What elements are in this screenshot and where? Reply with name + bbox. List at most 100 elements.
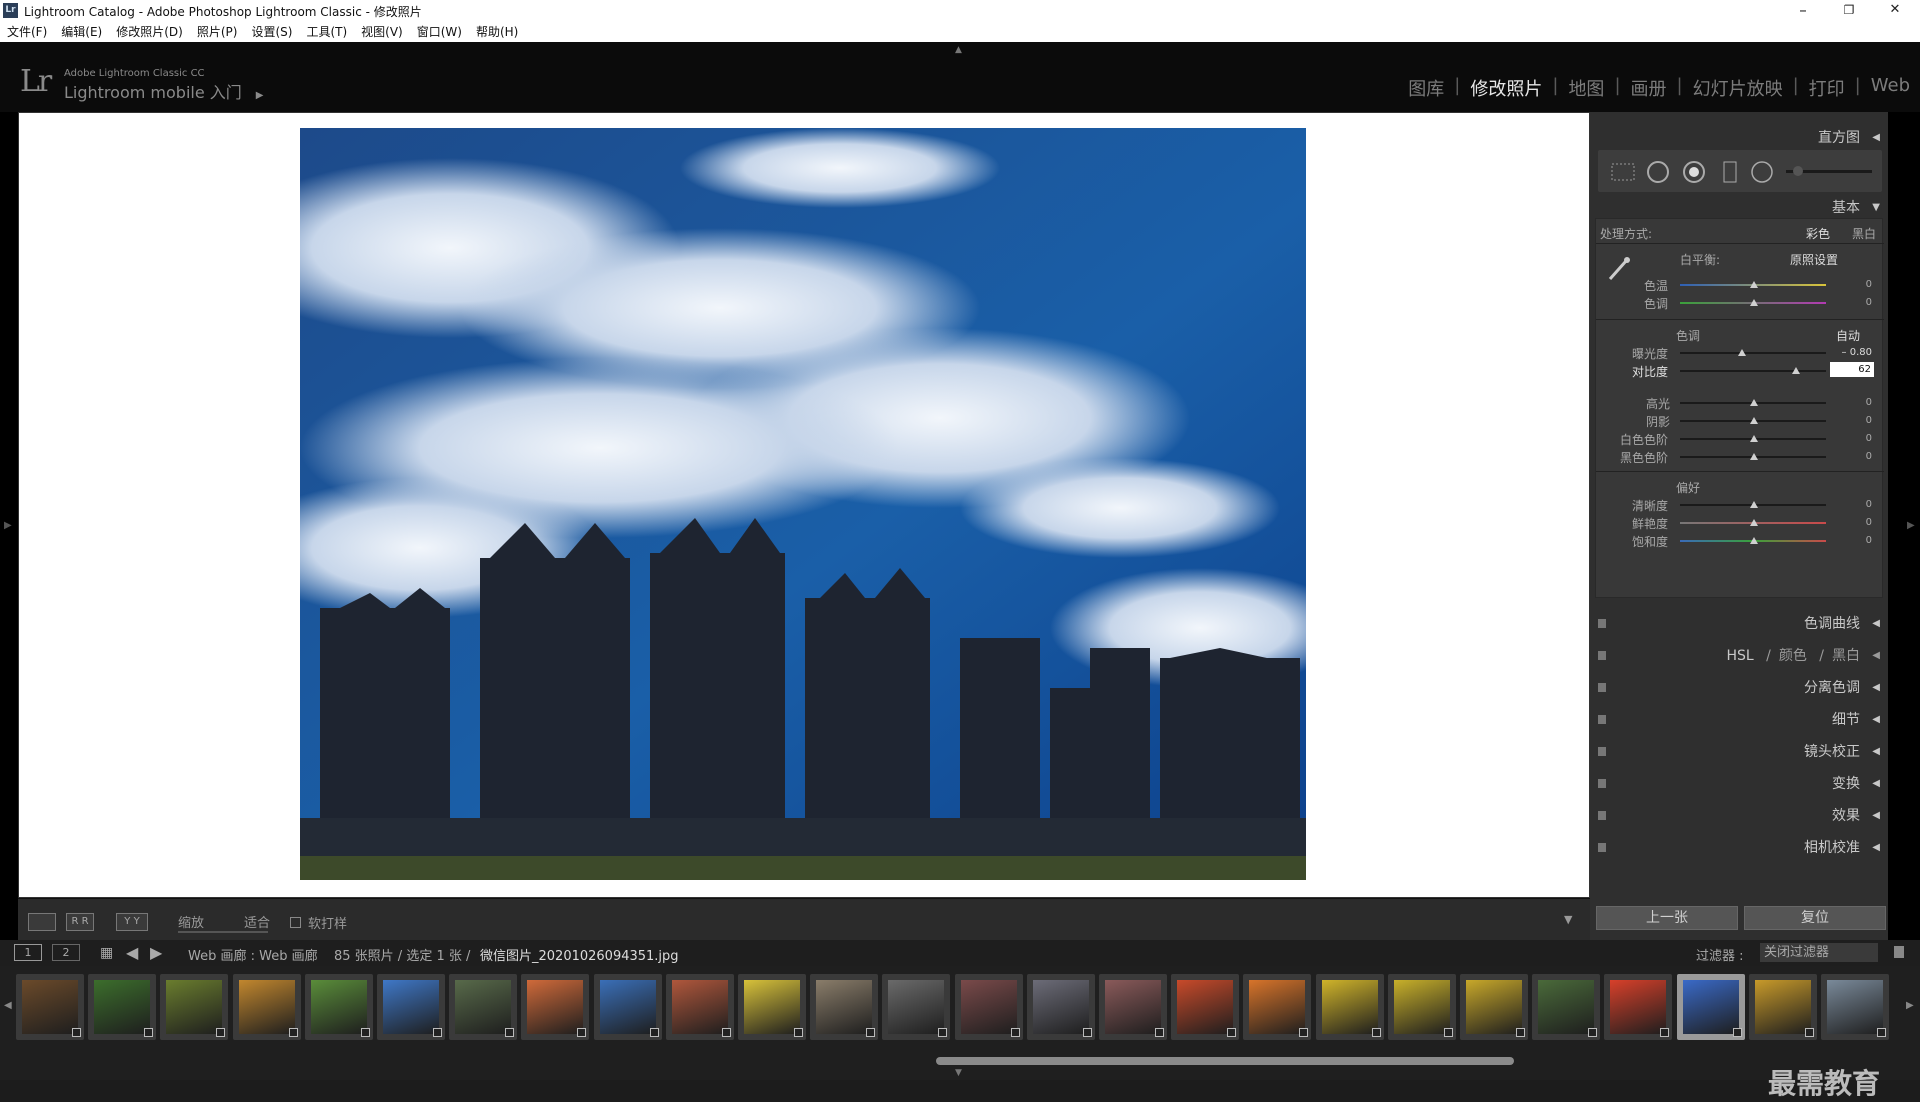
menu-window[interactable]: 窗口(W) — [417, 22, 462, 42]
filmstrip-thumbnail[interactable] — [521, 974, 590, 1040]
hsl-tab[interactable]: HSL — [1726, 648, 1753, 664]
loupe-view-button[interactable] — [28, 913, 56, 931]
panel-toggle-icon[interactable] — [1598, 811, 1606, 820]
module-book[interactable]: 画册 — [1621, 75, 1677, 101]
panel-toggle-icon[interactable] — [1598, 779, 1606, 788]
highlights-value[interactable]: 0 — [1822, 397, 1872, 408]
menu-view[interactable]: 视图(V) — [361, 22, 403, 42]
main-window-button[interactable]: 1 — [14, 944, 42, 961]
filmstrip-thumbnail[interactable] — [1315, 974, 1384, 1040]
contrast-slider[interactable] — [1680, 370, 1826, 372]
histogram-header[interactable]: 直方图 ◀ — [1590, 126, 1888, 150]
filmstrip-thumbnail[interactable] — [1460, 974, 1528, 1040]
saturation-value[interactable]: 0 — [1822, 535, 1872, 546]
menu-settings[interactable]: 设置(S) — [251, 22, 292, 42]
module-web[interactable]: Web — [1861, 75, 1910, 101]
exposure-slider[interactable] — [1680, 352, 1826, 354]
panel-toggle-icon[interactable] — [1598, 651, 1606, 660]
tone-curve-header[interactable]: 色调曲线 ◀ — [1590, 612, 1888, 636]
tool-icons[interactable] — [1598, 150, 1882, 192]
filter-select[interactable]: 关闭过滤器 — [1760, 943, 1878, 962]
module-print[interactable]: 打印 — [1799, 75, 1855, 101]
filmstrip-thumbnail[interactable] — [593, 974, 662, 1040]
filmstrip-thumbnail[interactable] — [1821, 974, 1889, 1040]
forward-arrow-icon[interactable]: ▶ — [150, 943, 162, 962]
treatment-color-option[interactable]: 彩色 — [1806, 225, 1830, 242]
menu-file[interactable]: 文件(F) — [7, 22, 47, 42]
filmstrip-thumbnail[interactable] — [1099, 974, 1167, 1040]
filmstrip-thumbnail[interactable] — [810, 974, 879, 1040]
module-develop[interactable]: 修改照片 — [1460, 75, 1552, 101]
module-map[interactable]: 地图 — [1558, 75, 1614, 101]
tint-value[interactable]: 0 — [1822, 297, 1872, 308]
grid-icon[interactable]: ▦ — [100, 945, 113, 961]
mobile-intro[interactable]: Lightroom mobile 入门 ▶ — [64, 79, 263, 103]
transform-header[interactable]: 变换 ◀ — [1590, 772, 1888, 796]
filmstrip-thumbnail[interactable] — [882, 974, 951, 1040]
panel-toggle-icon[interactable] — [1598, 843, 1606, 852]
contrast-slider-thumb[interactable] — [1792, 367, 1800, 374]
back-arrow-icon[interactable]: ◀ — [126, 943, 138, 962]
hsl-header[interactable]: HSL / 颜色 / 黑白 ◀ — [1590, 644, 1888, 668]
toolbar-menu-icon[interactable]: ▼ — [1564, 913, 1572, 926]
filename[interactable]: 微信图片_20201026094351.jpg — [480, 945, 679, 964]
second-window-button[interactable]: 2 — [52, 944, 80, 961]
shadows-slider-thumb[interactable] — [1750, 417, 1758, 424]
module-slideshow[interactable]: 幻灯片放映 — [1683, 75, 1793, 101]
hsl-bw-tab[interactable]: 黑白 — [1832, 648, 1860, 664]
vibrance-value[interactable]: 0 — [1822, 517, 1872, 528]
filmstrip-thumbnail[interactable] — [377, 974, 445, 1040]
treatment-bw-option[interactable]: 黑白 — [1852, 225, 1876, 242]
right-panel-toggle-icon[interactable]: ▶ — [1907, 520, 1915, 531]
filmstrip-right-arrow-icon[interactable]: ▶ — [1906, 1000, 1914, 1011]
filmstrip-thumbnail[interactable] — [1243, 974, 1312, 1040]
panel-toggle-icon[interactable] — [1598, 715, 1606, 724]
filmstrip-thumbnail[interactable] — [16, 974, 84, 1040]
clarity-value[interactable]: 0 — [1822, 499, 1872, 510]
close-button[interactable]: ✕ — [1872, 0, 1918, 22]
collapse-filmstrip-icon[interactable]: ▼ — [955, 1068, 962, 1078]
whites-value[interactable]: 0 — [1822, 433, 1872, 444]
menu-edit[interactable]: 编辑(E) — [61, 22, 102, 42]
collapse-top-panel-icon[interactable]: ▲ — [955, 45, 962, 55]
left-panel-toggle-icon[interactable]: ▶ — [4, 520, 12, 531]
module-library[interactable]: 图库 — [1398, 75, 1454, 101]
filmstrip-thumbnail[interactable] — [1171, 974, 1240, 1040]
previous-button[interactable]: 上一张 — [1596, 906, 1738, 930]
whites-slider-thumb[interactable] — [1750, 435, 1758, 442]
exposure-value[interactable]: – 0.80 — [1822, 347, 1872, 358]
eyedropper-icon[interactable] — [1606, 253, 1632, 283]
tint-slider-thumb[interactable] — [1750, 299, 1758, 306]
temp-slider-thumb[interactable] — [1750, 281, 1758, 288]
softproof-checkbox[interactable] — [290, 917, 301, 928]
filmstrip-thumbnail[interactable] — [1387, 974, 1456, 1040]
zoom-slider[interactable] — [178, 931, 268, 933]
exposure-slider-thumb[interactable] — [1738, 349, 1746, 356]
minimize-button[interactable]: – — [1780, 0, 1826, 22]
filter-lock-icon[interactable] — [1894, 946, 1904, 958]
shadows-value[interactable]: 0 — [1822, 415, 1872, 426]
menu-develop[interactable]: 修改照片(D) — [116, 22, 183, 42]
filmstrip-thumbnail[interactable] — [304, 974, 373, 1040]
filmstrip-thumbnail[interactable] — [88, 974, 157, 1040]
panel-toggle-icon[interactable] — [1598, 619, 1606, 628]
menu-tools[interactable]: 工具(T) — [306, 22, 347, 42]
filmstrip-thumbnail[interactable] — [232, 974, 301, 1040]
vibrance-slider-thumb[interactable] — [1750, 519, 1758, 526]
filmstrip-thumbnail[interactable] — [1748, 974, 1817, 1040]
panel-toggle-icon[interactable] — [1598, 747, 1606, 756]
filmstrip-thumbnail[interactable] — [449, 974, 518, 1040]
blacks-slider-thumb[interactable] — [1750, 453, 1758, 460]
split-toning-header[interactable]: 分离色调 ◀ — [1590, 676, 1888, 700]
filmstrip-thumbnail[interactable] — [738, 974, 806, 1040]
filmstrip-thumbnail[interactable] — [1604, 974, 1673, 1040]
detail-header[interactable]: 细节 ◀ — [1590, 708, 1888, 732]
before-after-button[interactable]: R R — [66, 913, 94, 931]
clarity-slider-thumb[interactable] — [1750, 501, 1758, 508]
source-label[interactable]: Web 画廊 : Web 画廊 — [188, 945, 318, 964]
filmstrip-thumbnail[interactable] — [160, 974, 229, 1040]
filmstrip-thumbnail[interactable] — [1026, 974, 1095, 1040]
filmstrip-thumbnail[interactable] — [1676, 974, 1745, 1040]
restore-button[interactable]: ❐ — [1826, 0, 1872, 22]
menu-photo[interactable]: 照片(P) — [197, 22, 238, 42]
